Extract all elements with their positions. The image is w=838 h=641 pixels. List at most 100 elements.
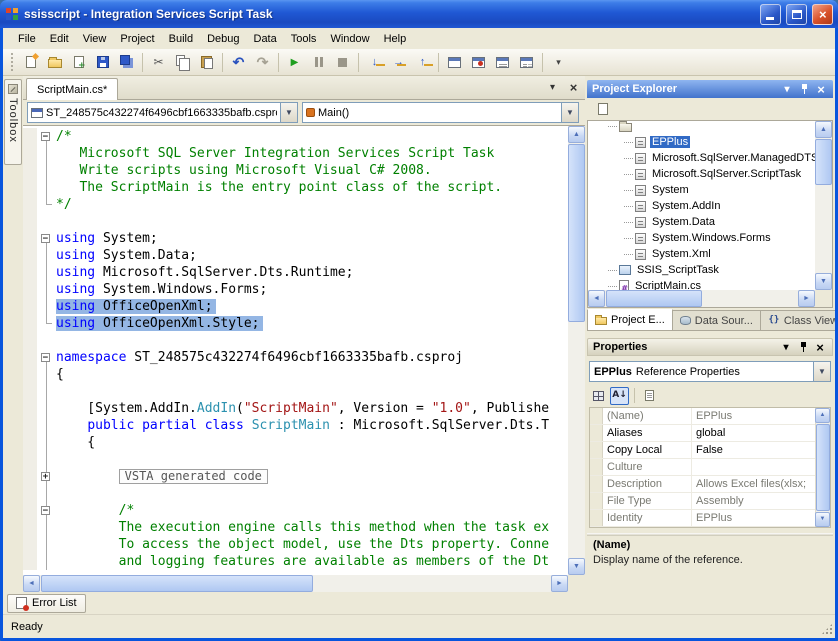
menu-tools[interactable]: Tools (284, 30, 324, 48)
indicator-margin[interactable] (23, 162, 37, 179)
menu-file[interactable]: File (11, 30, 43, 48)
auto-hide-pin-icon[interactable] (796, 340, 810, 354)
code-text[interactable]: /* (56, 128, 568, 145)
tree-item[interactable]: Microsoft.SqlServer.ScriptTask (588, 166, 815, 182)
fold-margin[interactable] (37, 128, 56, 145)
properties-caption[interactable]: Properties (587, 338, 833, 356)
tree-item[interactable]: SSIS_ScriptTask (588, 262, 815, 278)
indicator-margin[interactable] (23, 366, 37, 383)
code-text[interactable]: [System.AddIn.AddIn("ScriptMain", Versio… (56, 400, 568, 417)
tree-vertical-scrollbar[interactable]: ▲ ▼ (815, 121, 832, 290)
code-text[interactable]: Microsoft SQL Server Integration Service… (56, 145, 568, 162)
code-text[interactable]: namespace ST_248575c432274f6496cbf166333… (56, 349, 568, 366)
tree-item[interactable] (588, 118, 815, 134)
code-editor[interactable]: /* Microsoft SQL Server Integration Serv… (23, 125, 585, 592)
tree-item[interactable]: System.Data (588, 214, 815, 230)
resize-grip[interactable] (821, 623, 833, 635)
editor-horizontal-scrollbar[interactable]: ◄ ► (23, 575, 568, 592)
code-text[interactable] (56, 213, 568, 230)
menu-view[interactable]: View (76, 30, 114, 48)
code-text[interactable]: using OfficeOpenXml.Style; (56, 315, 568, 332)
error-list-button[interactable]: Error List (7, 594, 86, 613)
step-over-button[interactable] (387, 51, 410, 73)
indicator-margin[interactable] (23, 230, 37, 247)
tab-data-sour[interactable]: Data Sour... (672, 310, 761, 331)
fold-margin[interactable] (37, 366, 56, 383)
property-value[interactable]: EPPlus (692, 408, 815, 424)
expand-plus-icon[interactable] (41, 472, 50, 481)
tree-item[interactable]: System.AddIn (588, 198, 815, 214)
menu-build[interactable]: Build (162, 30, 200, 48)
tree-item[interactable]: System (588, 182, 815, 198)
code-text[interactable] (56, 451, 568, 468)
close-panel-icon[interactable] (814, 82, 828, 96)
scroll-right-icon[interactable]: ► (798, 290, 815, 307)
menu-project[interactable]: Project (113, 30, 161, 48)
menu-edit[interactable]: Edit (43, 30, 76, 48)
object-dropdown[interactable]: EPPlus Reference Properties ▼ (589, 361, 831, 382)
property-value[interactable]: Allows Excel files(xlsx; (692, 476, 815, 492)
indicator-margin[interactable] (23, 434, 37, 451)
tree-horizontal-scrollbar[interactable]: ◄ ► (588, 290, 815, 307)
dropdown-arrow-icon[interactable]: ▼ (561, 103, 578, 122)
code-text[interactable]: /* (56, 502, 568, 519)
scrollbar-thumb[interactable] (606, 290, 702, 307)
toolbox-tab[interactable]: Toolbox (4, 79, 22, 165)
step-out-button[interactable] (411, 51, 434, 73)
scroll-right-icon[interactable]: ► (551, 575, 568, 592)
scrollbar-thumb[interactable] (816, 424, 830, 511)
title-bar[interactable]: ssisscript - Integration Services Script… (0, 0, 838, 28)
code-text[interactable]: VSTA generated code (56, 468, 568, 485)
indicator-margin[interactable] (23, 128, 37, 145)
indicator-margin[interactable] (23, 485, 37, 502)
grid-vertical-scrollbar[interactable]: ▲ ▼ (815, 408, 830, 527)
window-position-icon[interactable] (779, 340, 793, 354)
tree-item[interactable]: Microsoft.SqlServer.ManagedDTS (588, 150, 815, 166)
properties-window-button[interactable] (515, 51, 538, 73)
tab-class-view[interactable]: Class View (760, 310, 835, 331)
fold-margin[interactable] (37, 247, 56, 264)
property-row[interactable]: (Name)EPPlus (590, 408, 815, 425)
fold-margin[interactable] (37, 264, 56, 281)
start-debug-button[interactable] (283, 51, 306, 73)
fold-margin[interactable] (37, 332, 56, 349)
fold-margin[interactable] (37, 162, 56, 179)
output-window-button[interactable] (491, 51, 514, 73)
code-text[interactable] (56, 383, 568, 400)
project-explorer-caption[interactable]: Project Explorer (587, 80, 833, 98)
immediate-window-button[interactable] (443, 51, 466, 73)
scroll-left-icon[interactable]: ◄ (23, 575, 40, 592)
property-value[interactable]: Assembly (692, 493, 815, 509)
indicator-margin[interactable] (23, 179, 37, 196)
indicator-margin[interactable] (23, 519, 37, 536)
fold-margin[interactable] (37, 553, 56, 570)
property-row[interactable]: IdentityEPPlus (590, 510, 815, 527)
property-value[interactable]: global (692, 425, 815, 441)
property-pages-button[interactable] (640, 387, 659, 405)
code-text[interactable]: The execution engine calls this method w… (56, 519, 568, 536)
save-all-button[interactable] (115, 51, 138, 73)
fold-margin[interactable] (37, 230, 56, 247)
collapse-minus-icon[interactable] (41, 132, 50, 141)
scroll-up-icon[interactable]: ▲ (568, 126, 585, 143)
indicator-margin[interactable] (23, 400, 37, 417)
scroll-up-icon[interactable]: ▲ (815, 121, 832, 138)
dropdown-arrow-icon[interactable]: ▼ (280, 103, 297, 122)
fold-margin[interactable] (37, 213, 56, 230)
code-text[interactable]: Write scripts using Microsoft Visual C# … (56, 162, 568, 179)
indicator-margin[interactable] (23, 502, 37, 519)
indicator-margin[interactable] (23, 349, 37, 366)
fold-margin[interactable] (37, 485, 56, 502)
copy-button[interactable] (171, 51, 194, 73)
fold-margin[interactable] (37, 417, 56, 434)
fold-margin[interactable] (37, 349, 56, 366)
step-into-button[interactable] (363, 51, 386, 73)
scroll-left-icon[interactable]: ◄ (588, 290, 605, 307)
close-button[interactable]: × (812, 4, 833, 25)
scroll-down-icon[interactable]: ▼ (815, 512, 830, 527)
fold-margin[interactable] (37, 536, 56, 553)
fold-margin[interactable] (37, 502, 56, 519)
scroll-down-icon[interactable]: ▼ (568, 558, 585, 575)
open-button[interactable] (43, 51, 66, 73)
indicator-margin[interactable] (23, 247, 37, 264)
